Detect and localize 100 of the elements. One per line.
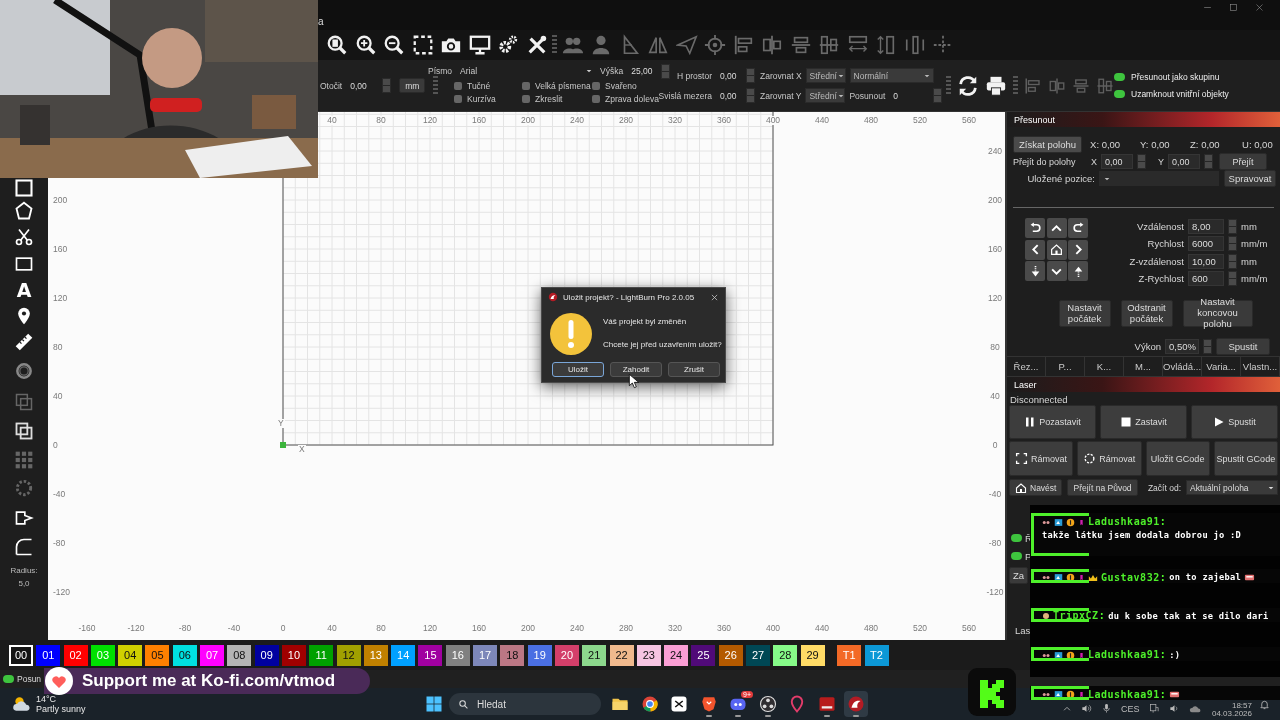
value-field[interactable]: 10,00: [1188, 253, 1224, 269]
tab[interactable]: Ovládá...: [1163, 357, 1203, 376]
text-tool[interactable]: A: [16, 279, 32, 301]
tab[interactable]: K...: [1085, 357, 1124, 376]
close-icon[interactable]: [1255, 3, 1264, 12]
dialog-button[interactable]: Zrušit: [668, 362, 720, 377]
color-swatch[interactable]: 16: [445, 644, 470, 666]
dropdown[interactable]: Arial: [456, 63, 597, 79]
checkbox[interactable]: [592, 81, 600, 90]
align-icon[interactable]: [1024, 76, 1042, 95]
value-field[interactable]: 8,00: [1188, 218, 1224, 234]
color-swatch[interactable]: 12: [336, 644, 361, 666]
get-position-button[interactable]: Získat polohu: [1013, 136, 1083, 153]
color-swatch[interactable]: 08: [227, 644, 252, 666]
start-icon[interactable]: [425, 695, 443, 713]
jog-button[interactable]: [1068, 218, 1088, 238]
toggle-switch[interactable]: [1114, 90, 1125, 98]
tab[interactable]: Řez...: [1007, 357, 1046, 376]
color-swatch[interactable]: 19: [527, 644, 552, 666]
color-swatch[interactable]: 10: [281, 644, 306, 666]
color-swatch[interactable]: 22: [609, 644, 634, 666]
value-field[interactable]: 25,00: [627, 63, 658, 79]
toggle-switch[interactable]: [3, 675, 14, 683]
value-field[interactable]: 0,00: [346, 78, 379, 93]
checkbox[interactable]: [522, 94, 530, 103]
scissors-icon[interactable]: [14, 227, 34, 247]
go-to-origin-button[interactable]: Přejít na Původ: [1067, 479, 1138, 496]
color-swatch[interactable]: 21: [582, 644, 607, 666]
unit-button[interactable]: mm: [399, 78, 426, 93]
tab[interactable]: Vlastn...: [1241, 357, 1280, 376]
speaker-icon[interactable]: [1168, 703, 1180, 714]
device-button[interactable]: Za: [1009, 567, 1028, 584]
jog-button[interactable]: [1025, 218, 1045, 238]
dropdown[interactable]: Střední: [805, 68, 846, 83]
ring-icon[interactable]: [14, 361, 34, 381]
jog-button[interactable]: [1025, 261, 1045, 281]
frame-button[interactable]: Rámovat: [1077, 441, 1142, 476]
clock-date[interactable]: 04.03.2026: [1211, 710, 1252, 719]
radius-value[interactable]: 5,0: [18, 579, 30, 588]
color-swatch[interactable]: 27: [746, 644, 770, 666]
origin-button[interactable]: Nastavit koncovou polohu: [1182, 300, 1253, 327]
jog-button[interactable]: [1025, 239, 1045, 260]
color-swatch[interactable]: 01: [36, 644, 61, 666]
select-icon[interactable]: [14, 178, 34, 198]
color-swatch[interactable]: 26: [718, 644, 743, 666]
value-field[interactable]: 0,50%: [1165, 339, 1199, 354]
dropdown[interactable]: Normální: [849, 68, 934, 83]
dropdown[interactable]: Střední: [805, 88, 846, 103]
run-button[interactable]: Pozastavit: [1009, 405, 1096, 439]
jog-button[interactable]: [1068, 239, 1088, 260]
color-swatch[interactable]: 06: [172, 644, 197, 666]
jog-button[interactable]: [1046, 218, 1067, 238]
refresh-icon[interactable]: [957, 74, 979, 97]
toggle-switch[interactable]: [1011, 534, 1022, 542]
zoom-in-icon[interactable]: [354, 34, 377, 56]
monitor-icon[interactable]: [468, 34, 491, 56]
weld-icon[interactable]: [14, 421, 34, 441]
microphone-icon[interactable]: [1101, 703, 1112, 714]
color-swatch[interactable]: 00: [9, 644, 33, 666]
color-swatch[interactable]: 23: [636, 644, 661, 666]
align-icon[interactable]: [1072, 76, 1090, 95]
checkbox[interactable]: [454, 94, 462, 103]
value-field[interactable]: 6000: [1188, 236, 1224, 252]
run-button[interactable]: Zastavit: [1100, 405, 1187, 439]
dialog-button[interactable]: Zahodit: [610, 362, 662, 377]
frame-button[interactable]: Uložit GCode: [1145, 441, 1210, 476]
search-icon[interactable]: [326, 34, 348, 56]
tab[interactable]: P...: [1046, 357, 1085, 376]
language-indicator[interactable]: CES: [1121, 703, 1140, 714]
jog-button[interactable]: [1068, 261, 1088, 281]
copy-icon[interactable]: [14, 392, 34, 412]
value-field[interactable]: 0,00: [1168, 154, 1201, 169]
fire-button[interactable]: Spustit: [1216, 338, 1270, 355]
checkbox[interactable]: [454, 81, 462, 90]
origin-button[interactable]: Nastavit počátek: [1058, 300, 1111, 327]
value-field[interactable]: 0,00: [716, 68, 742, 83]
settings-icon[interactable]: [497, 34, 519, 56]
dropdown[interactable]: Aktuální poloha: [1186, 480, 1278, 495]
color-swatch[interactable]: 18: [500, 644, 525, 666]
color-swatch[interactable]: 04: [118, 644, 143, 666]
color-swatch[interactable]: 02: [63, 644, 88, 666]
value-field[interactable]: 0,00: [1101, 154, 1133, 169]
bell-icon[interactable]: [1259, 699, 1270, 710]
color-swatch[interactable]: 20: [554, 644, 579, 666]
run-button[interactable]: Spustit: [1191, 405, 1278, 439]
taskbar-app[interactable]: [844, 691, 868, 717]
manage-button[interactable]: Spravovat: [1224, 170, 1276, 187]
toggle-switch[interactable]: [1114, 73, 1125, 81]
checkbox[interactable]: [522, 81, 530, 90]
network-icon[interactable]: [1148, 703, 1160, 714]
selection-icon[interactable]: [411, 34, 434, 56]
printer-icon[interactable]: [985, 74, 1007, 97]
color-swatch[interactable]: 24: [664, 644, 689, 666]
color-swatch[interactable]: 05: [145, 644, 170, 666]
tab[interactable]: M...: [1124, 357, 1163, 376]
speaker-icon[interactable]: [1081, 703, 1092, 714]
dialog-button[interactable]: Uložit: [552, 362, 604, 377]
grid-icon[interactable]: [14, 449, 34, 470]
color-swatch[interactable]: 29: [800, 644, 825, 666]
align-icon[interactable]: [1048, 76, 1066, 95]
